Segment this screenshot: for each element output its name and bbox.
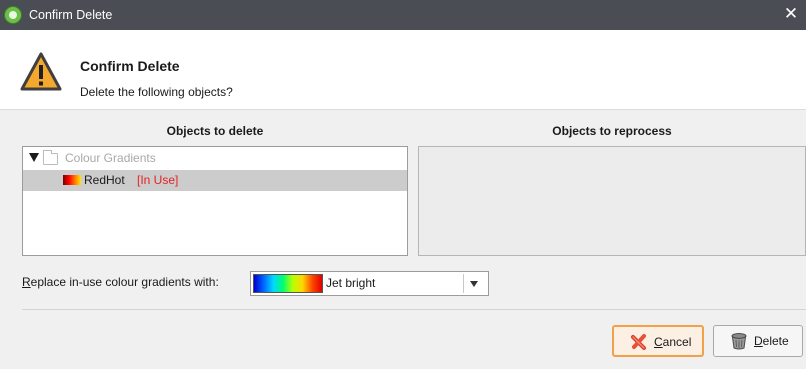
cancel-mnemonic: C [654, 335, 663, 349]
delete-label-text: elete [762, 334, 789, 348]
tree-group-colour-gradients[interactable]: Colour Gradients [23, 148, 407, 169]
delete-mnemonic: D [754, 334, 763, 348]
tree-group-label: Colour Gradients [65, 151, 156, 165]
replace-label-text: eplace in-use colour gradients with: [30, 275, 219, 289]
delete-button[interactable]: Delete [713, 325, 803, 357]
cancel-button-label: Cancel [654, 335, 691, 349]
expand-triangle-icon[interactable] [29, 153, 39, 162]
button-divider [22, 309, 806, 310]
replacement-gradient-dropdown[interactable]: Jet bright [250, 271, 489, 296]
objects-to-delete-heading: Objects to delete [166, 124, 264, 138]
in-use-badge: [In Use] [137, 173, 179, 187]
cancel-label-text: ancel [662, 335, 692, 349]
app-logo-icon [4, 6, 22, 24]
title-bar: Confirm Delete ✕ [0, 0, 806, 30]
folder-icon [43, 150, 58, 165]
objects-to-reprocess-list[interactable] [418, 146, 806, 256]
objects-to-reprocess-heading: Objects to reprocess [552, 124, 672, 138]
dialog-body: Objects to delete Objects to reprocess C… [0, 110, 806, 369]
chevron-down-icon[interactable] [470, 281, 478, 287]
close-button[interactable]: ✕ [776, 0, 806, 30]
dropdown-separator [463, 274, 464, 293]
cancel-x-icon [631, 334, 646, 350]
dialog-message: Delete the following objects? [80, 85, 233, 99]
tree-item-redhot[interactable]: RedHot [In Use] [23, 170, 407, 191]
trash-bin-icon [731, 333, 747, 350]
dialog-heading: Confirm Delete [80, 58, 180, 74]
dropdown-selected-value: Jet bright [326, 276, 376, 290]
tree-item-label: RedHot [84, 173, 125, 187]
colour-gradient-icon [63, 175, 81, 185]
window-title: Confirm Delete [29, 8, 113, 22]
dialog-header: Confirm Delete Delete the following obje… [0, 30, 806, 109]
cancel-button[interactable]: Cancel [612, 325, 704, 357]
jet-gradient-swatch [253, 274, 323, 293]
warning-icon [20, 52, 62, 91]
objects-to-delete-list[interactable]: Colour Gradients RedHot [In Use] [22, 146, 408, 256]
replace-label-mnemonic: R [22, 275, 31, 289]
replace-gradient-label: Replace in-use colour gradients with: [22, 275, 219, 289]
delete-button-label: Delete [754, 334, 789, 348]
